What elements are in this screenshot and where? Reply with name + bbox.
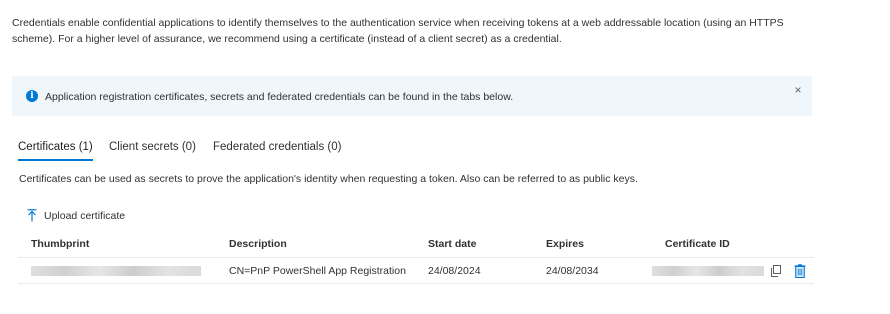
tab-federated-credentials[interactable]: Federated credentials (0) xyxy=(213,139,341,155)
info-icon: i xyxy=(26,90,38,102)
banner-message: Application registration certificates, s… xyxy=(45,91,514,103)
close-icon[interactable]: × xyxy=(792,84,804,96)
active-tab-indicator xyxy=(18,159,93,161)
credentials-intro: Credentials enable confidential applicat… xyxy=(12,15,812,47)
column-header-expires: Expires xyxy=(546,238,584,250)
certificate-id-redacted xyxy=(652,266,764,276)
thumbprint-redacted xyxy=(31,266,201,276)
certificates-description: Certificates can be used as secrets to p… xyxy=(19,173,638,185)
tab-certificates[interactable]: Certificates (1) xyxy=(18,139,93,161)
cell-description: CN=PnP PowerShell App Registration xyxy=(229,265,406,277)
upload-certificate-label: Upload certificate xyxy=(44,210,126,222)
tab-client-secrets[interactable]: Client secrets (0) xyxy=(109,139,196,155)
cell-expires: 24/08/2034 xyxy=(546,265,599,277)
column-header-start-date: Start date xyxy=(428,238,477,250)
column-header-certificate-id: Certificate ID xyxy=(665,238,730,250)
tab-federated-credentials-label: Federated credentials (0) xyxy=(213,141,342,153)
tab-client-secrets-label: Client secrets (0) xyxy=(109,141,196,153)
intro-line-1: Credentials enable confidential applicat… xyxy=(12,17,784,29)
column-header-description: Description xyxy=(229,238,287,250)
copy-icon[interactable] xyxy=(770,265,782,277)
tab-certificates-label: Certificates (1) xyxy=(18,141,93,153)
delete-icon[interactable] xyxy=(794,264,806,278)
intro-line-2: scheme). For a higher level of assurance… xyxy=(12,33,562,45)
info-banner: i Application registration certificates,… xyxy=(12,76,812,116)
table-row: CN=PnP PowerShell App Registration 24/08… xyxy=(18,258,814,284)
cell-start-date: 24/08/2024 xyxy=(428,265,481,277)
upload-arrow-icon xyxy=(27,209,37,222)
column-header-thumbprint: Thumbprint xyxy=(31,238,90,250)
